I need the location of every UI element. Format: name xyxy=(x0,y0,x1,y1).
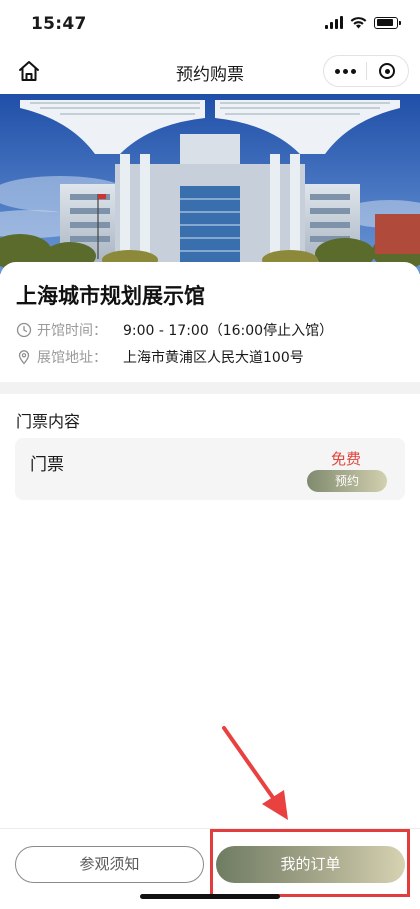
close-icon[interactable] xyxy=(367,63,408,79)
wifi-icon xyxy=(350,17,367,29)
visit-notice-button[interactable]: 参观须知 xyxy=(15,846,204,883)
ticket-item: 门票 免费 预约 xyxy=(15,438,405,500)
status-time: 15:47 xyxy=(31,14,87,34)
hours-label: 开馆时间： xyxy=(37,323,107,339)
reserve-button[interactable]: 预约 xyxy=(307,470,387,492)
address-label: 展馆地址： xyxy=(37,350,107,366)
venue-name: 上海城市规划展示馆 xyxy=(16,284,205,308)
status-icons xyxy=(325,16,401,29)
ticket-section-title: 门票内容 xyxy=(16,412,81,431)
annotation-highlight-box xyxy=(210,829,410,897)
opening-hours-row: 开馆时间： 9:00 - 17:00（16:00停止入馆） xyxy=(16,320,333,340)
section-divider xyxy=(0,382,420,394)
miniprogram-capsule xyxy=(323,55,409,87)
address-row: 展馆地址： 上海市黄浦区人民大道100号 xyxy=(16,347,304,367)
venue-photo xyxy=(0,94,420,274)
clock-icon xyxy=(16,322,32,338)
ticket-name: 门票 xyxy=(30,455,64,475)
venue-info-card: 上海城市规划展示馆 开馆时间： 9:00 - 17:00（16:00停止入馆） … xyxy=(0,262,420,382)
more-icon[interactable] xyxy=(324,68,366,74)
home-indicator xyxy=(140,894,280,899)
battery-icon xyxy=(374,16,401,29)
ticket-price: 免费 xyxy=(330,450,361,468)
annotation-arrow xyxy=(222,726,288,820)
map-pin-icon xyxy=(18,350,30,365)
status-bar: 15:47 xyxy=(0,0,420,48)
address-value: 上海市黄浦区人民大道100号 xyxy=(123,350,304,366)
hours-value: 9:00 - 17:00（16:00停止入馆） xyxy=(123,323,334,339)
signal-icon xyxy=(325,16,343,29)
nav-bar: 预约购票 xyxy=(0,48,420,94)
